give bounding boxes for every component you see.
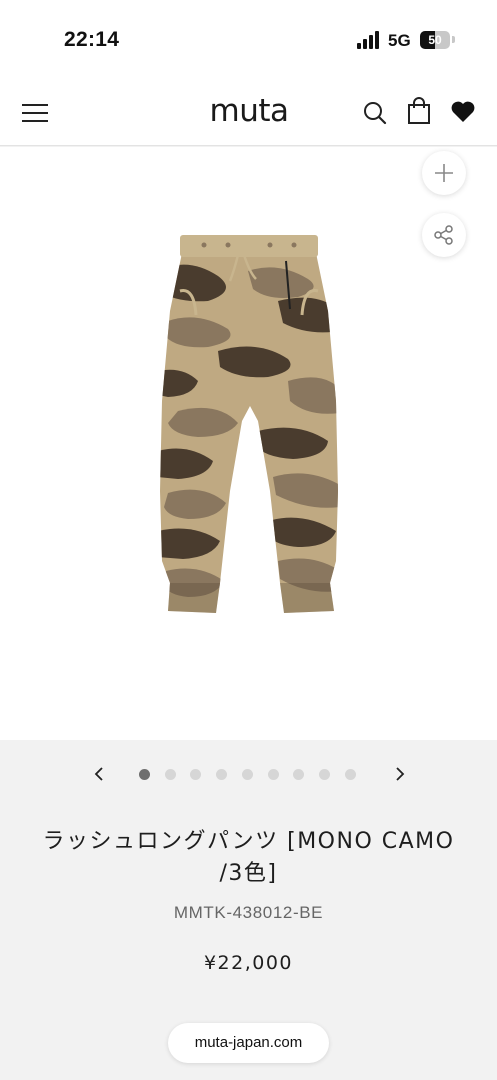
carousel-dot[interactable] <box>344 769 356 780</box>
network-label: 5G <box>388 31 411 50</box>
site-logo[interactable]: muta <box>200 93 298 129</box>
product-title: ラッシュロングパンツ [MONO CAMO /3色] <box>20 826 477 890</box>
product-title-line1: ラッシュロングパンツ [MONO CAMO <box>42 829 455 854</box>
prev-arrow-icon[interactable] <box>88 760 112 788</box>
next-arrow-icon[interactable] <box>388 760 412 788</box>
camo-pants-image <box>160 235 338 613</box>
heart-icon[interactable] <box>450 100 476 126</box>
shopping-bag-icon[interactable] <box>406 97 432 124</box>
status-bar: 22:14 5G 50 <box>0 0 497 80</box>
carousel-dot[interactable] <box>139 769 150 780</box>
battery-icon: 50 <box>420 31 450 49</box>
carousel-dot[interactable] <box>241 769 253 780</box>
battery-percent: 50 <box>428 33 442 47</box>
carousel-dot[interactable] <box>318 769 330 780</box>
battery-tip <box>452 36 455 43</box>
image-carousel-nav <box>0 740 497 810</box>
plus-icon <box>435 164 453 182</box>
carousel-dot[interactable] <box>293 769 305 780</box>
menu-icon[interactable] <box>22 102 48 122</box>
carousel-dot[interactable] <box>190 769 202 780</box>
share-button[interactable] <box>422 213 466 257</box>
carousel-dot[interactable] <box>216 769 228 780</box>
product-sku: MMTK-438012-BE <box>173 903 324 922</box>
share-icon <box>434 225 453 245</box>
product-image-area <box>0 147 497 740</box>
product-title-line2: /3色] <box>219 861 278 886</box>
product-price: ¥22,000 <box>203 952 294 974</box>
browser-url-bar[interactable]: muta-japan.com <box>168 1023 329 1063</box>
zoom-plus-button[interactable] <box>422 151 466 195</box>
signal-icon <box>357 31 381 49</box>
search-icon[interactable] <box>362 100 388 126</box>
status-time: 22:14 <box>64 28 120 51</box>
carousel-dot[interactable] <box>164 769 176 780</box>
site-header: muta <box>0 80 497 146</box>
carousel-dot[interactable] <box>267 769 279 780</box>
